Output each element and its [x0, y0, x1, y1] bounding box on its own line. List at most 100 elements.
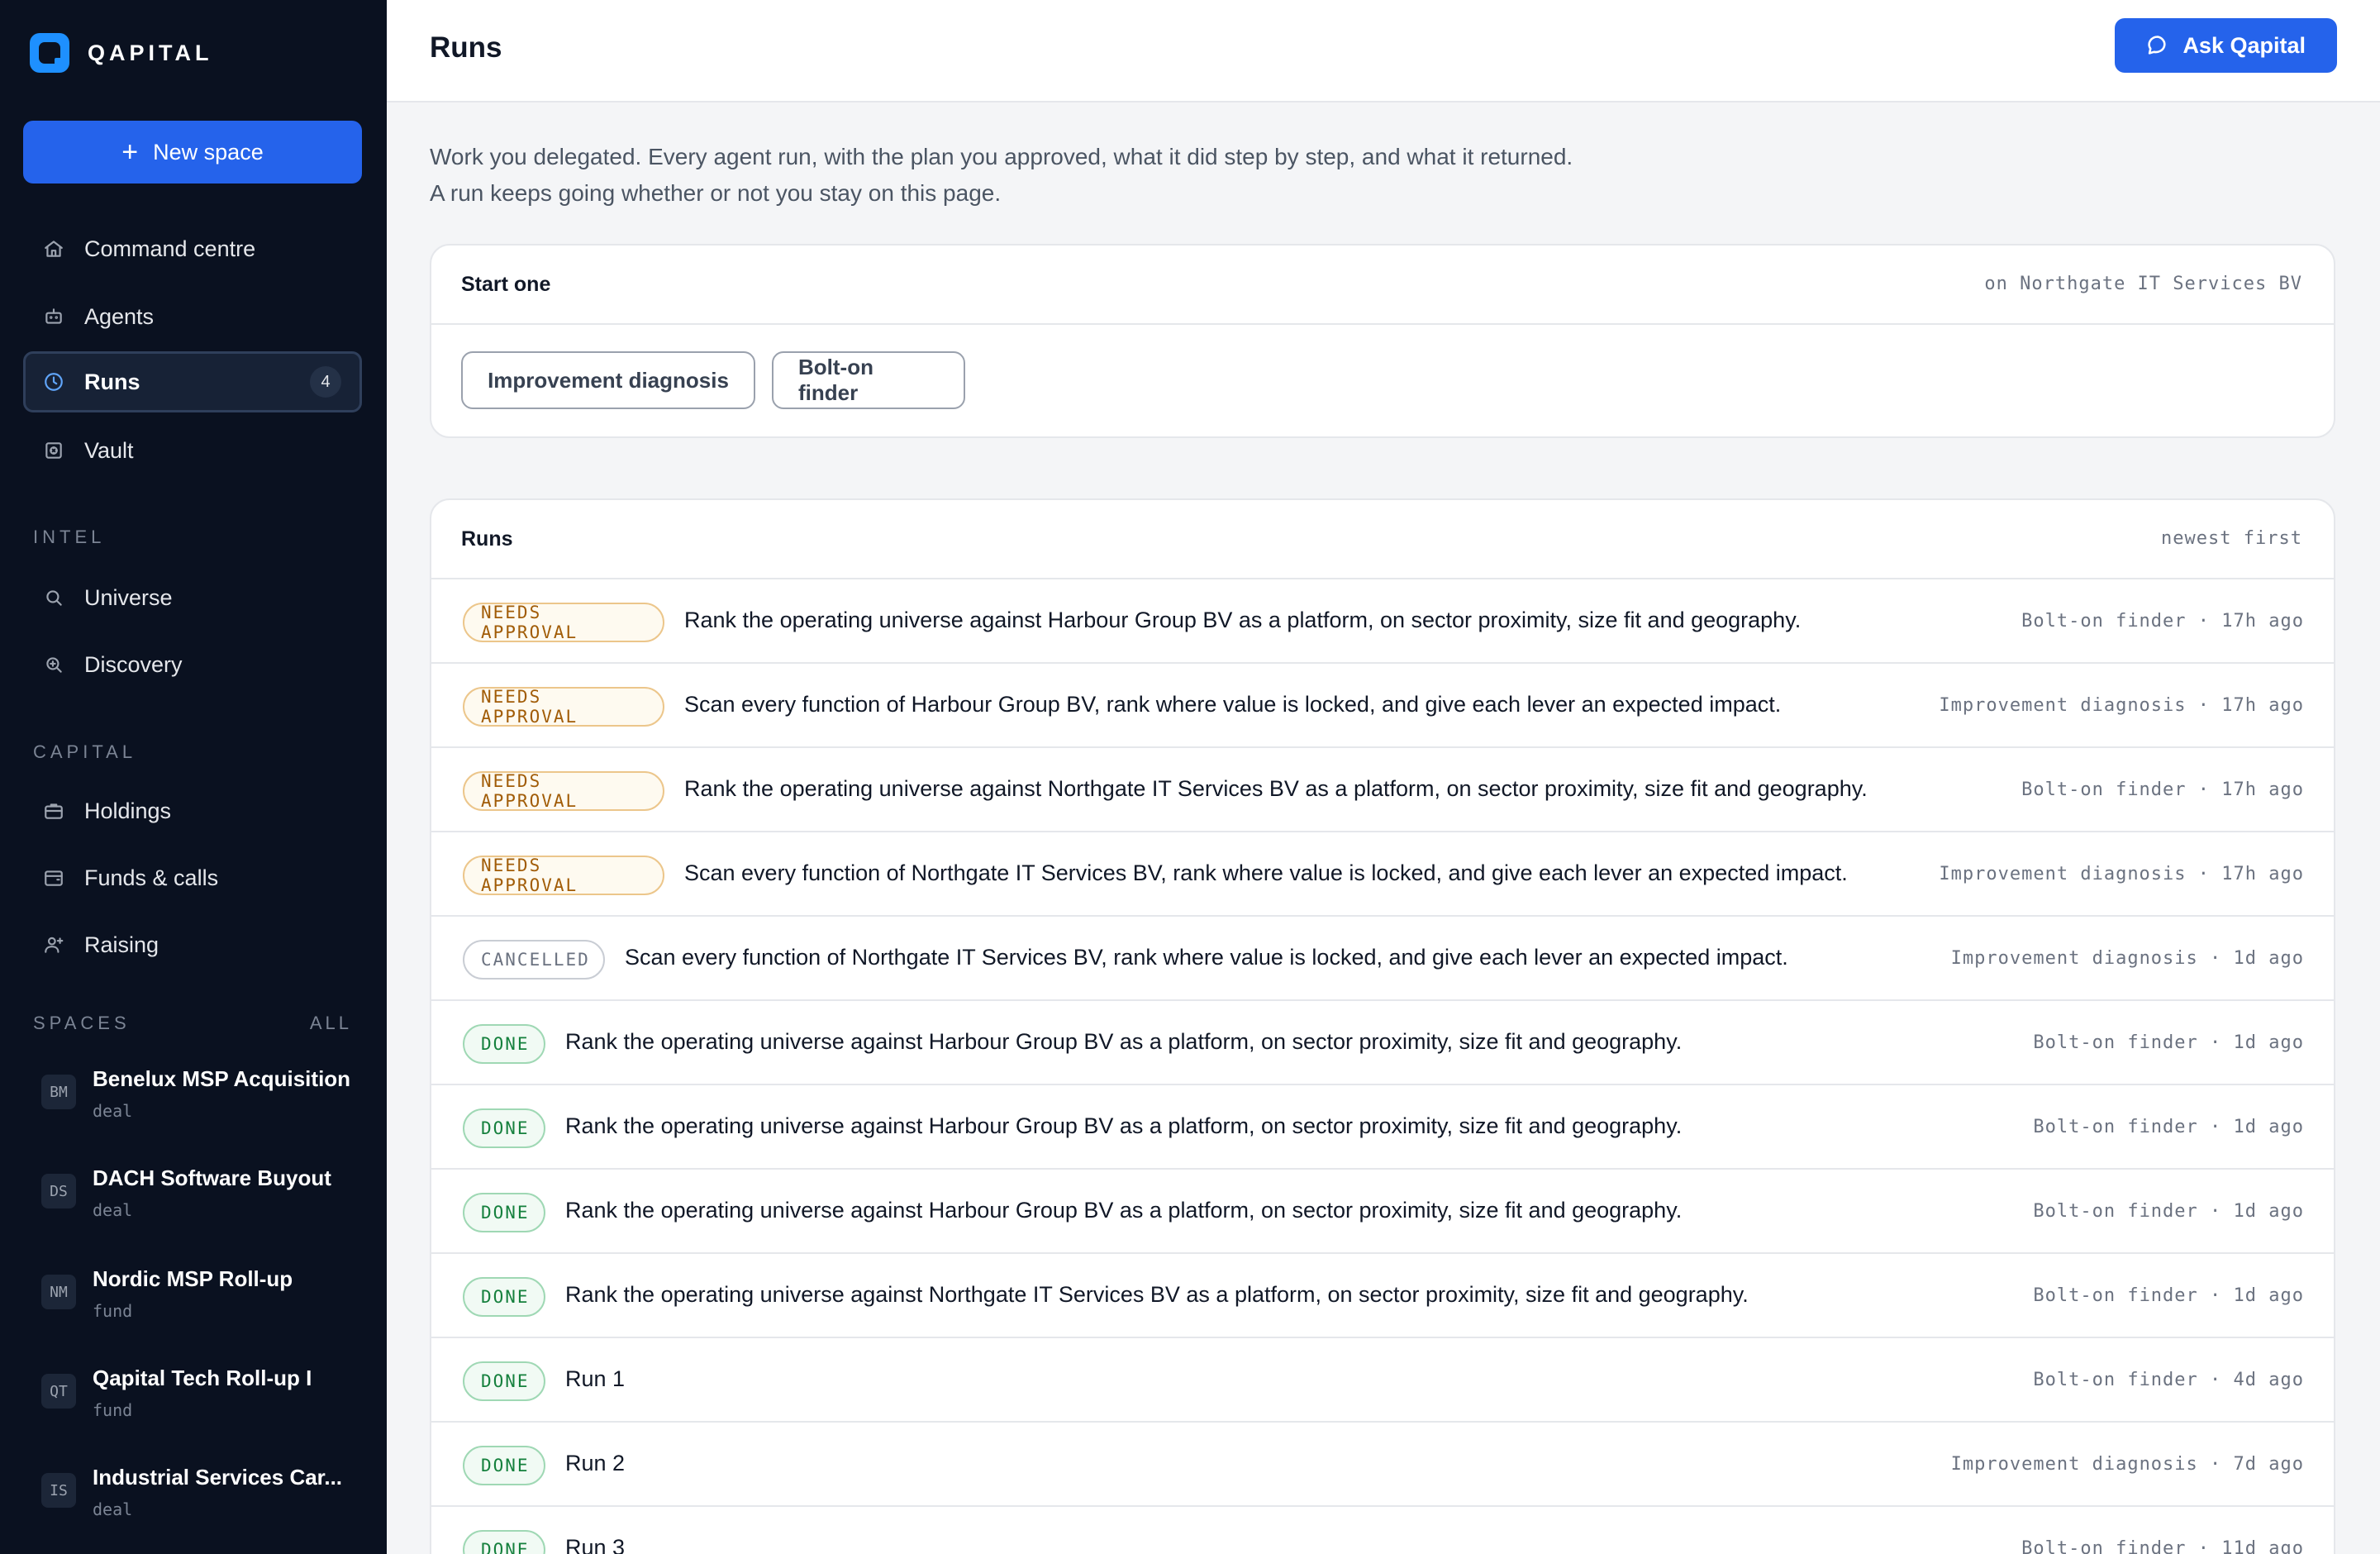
main-content: Runs Ask Qapital Work you delegated. Eve…: [387, 0, 2380, 1554]
clock-icon: [41, 369, 66, 394]
run-meta: Bolt-on finder · 1d ago: [2033, 1285, 2304, 1306]
sidebar-item-holdings[interactable]: Holdings: [23, 780, 362, 841]
bolt-on-finder-button[interactable]: Bolt-on finder: [772, 351, 965, 409]
spaces-all-link[interactable]: ALL: [310, 1013, 352, 1034]
sidebar-item-label: Agents: [84, 303, 155, 329]
space-name: Industrial Services Car...: [93, 1465, 343, 1490]
sort-order[interactable]: newest first: [2161, 528, 2302, 549]
run-description: Rank the operating universe against Harb…: [565, 1029, 1683, 1054]
run-row[interactable]: DONE Run 3 Bolt-on finder · 11d ago: [431, 1507, 2334, 1554]
sidebar: QAPITAL + New space Command centre Agent…: [0, 0, 387, 1554]
bot-icon: [41, 304, 66, 329]
run-status-badge: NEEDS APPROVAL: [463, 687, 664, 727]
improvement-diagnosis-button[interactable]: Improvement diagnosis: [461, 351, 755, 409]
start-one-card: Start one on Northgate IT Services BV Im…: [430, 244, 2335, 438]
card-header: Start one on Northgate IT Services BV: [431, 245, 2334, 325]
space-avatar: DS: [41, 1174, 76, 1208]
space-kind: deal: [93, 1101, 133, 1121]
run-meta: Bolt-on finder · 4d ago: [2033, 1370, 2304, 1390]
sidebar-item-universe[interactable]: Universe: [23, 567, 362, 628]
run-row[interactable]: CANCELLED Scan every function of Northgat…: [431, 917, 2334, 1001]
sidebar-item-discovery[interactable]: Discovery: [23, 634, 362, 695]
run-description: Run 3: [565, 1535, 626, 1554]
runs-card: Runs newest first NEEDS APPROVAL Rank the…: [430, 498, 2335, 1554]
run-row[interactable]: DONE Rank the operating universe against …: [431, 1170, 2334, 1254]
space-kind: deal: [93, 1200, 133, 1220]
search-icon: [41, 585, 66, 610]
run-meta: Improvement diagnosis · 17h ago: [1939, 695, 2304, 716]
brand[interactable]: QAPITAL: [30, 33, 213, 73]
space-item[interactable]: DS DACH Software Buyout deal: [41, 1154, 364, 1228]
sidebar-item-label: Funds & calls: [84, 865, 219, 890]
run-row[interactable]: NEEDS APPROVAL Scan every function of Har…: [431, 664, 2334, 748]
run-row[interactable]: NEEDS APPROVAL Rank the operating univers…: [431, 579, 2334, 664]
sidebar-item-runs[interactable]: Runs 4: [23, 351, 362, 412]
space-item[interactable]: NM Nordic MSP Roll-up fund: [41, 1255, 364, 1329]
runs-count-badge: 4: [310, 366, 341, 398]
chat-bubble-icon: [2148, 36, 2166, 55]
run-description: Scan every function of Northgate IT Serv…: [625, 945, 1788, 970]
run-row[interactable]: NEEDS APPROVAL Rank the operating univers…: [431, 748, 2334, 832]
qapital-logo-icon: [30, 33, 69, 73]
sidebar-item-label: Universe: [84, 584, 173, 610]
sidebar-item-command-centre[interactable]: Command centre: [23, 218, 362, 279]
space-name: Nordic MSP Roll-up: [93, 1266, 293, 1291]
sidebar-item-vault[interactable]: Vault: [23, 420, 362, 481]
run-description: Rank the operating universe against Harb…: [565, 1198, 1683, 1223]
sidebar-item-label: Holdings: [84, 798, 172, 823]
space-name: Qapital Tech Roll-up I: [93, 1366, 312, 1390]
run-row[interactable]: NEEDS APPROVAL Scan every function of Nor…: [431, 832, 2334, 917]
sidebar-item-label: Discovery: [84, 651, 183, 677]
start-context: on Northgate IT Services BV: [1984, 274, 2302, 294]
card-header: Runs newest first: [431, 500, 2334, 579]
space-item[interactable]: QT Qapital Tech Roll-up I fund: [41, 1354, 364, 1428]
sidebar-item-label: Command centre: [84, 236, 256, 261]
briefcase-icon: [41, 798, 66, 823]
intro-text: Work you delegated. Every agent run, wit…: [430, 144, 1573, 206]
run-row[interactable]: DONE Run 2 Improvement diagnosis · 7d ago: [431, 1423, 2334, 1507]
sidebar-item-funds-calls[interactable]: Funds & calls: [23, 847, 362, 908]
sidebar-item-agents[interactable]: Agents: [23, 286, 362, 347]
run-description: Rank the operating universe against Nort…: [684, 776, 1868, 801]
run-description: Scan every function of Northgate IT Serv…: [684, 860, 1848, 885]
run-row[interactable]: DONE Run 1 Bolt-on finder · 4d ago: [431, 1338, 2334, 1423]
run-status-badge: CANCELLED: [463, 940, 605, 980]
new-space-button[interactable]: + New space: [23, 121, 362, 184]
zoom-in-icon: [41, 652, 66, 677]
ask-qapital-button[interactable]: Ask Qapital: [2115, 18, 2337, 73]
sidebar-item-raising[interactable]: Raising: [23, 914, 362, 975]
sidebar-item-label: Raising: [84, 932, 159, 957]
run-meta: Bolt-on finder · 11d ago: [2021, 1538, 2304, 1554]
run-row[interactable]: DONE Rank the operating universe against …: [431, 1001, 2334, 1085]
run-status-badge: DONE: [463, 1193, 545, 1232]
run-meta: Improvement diagnosis · 7d ago: [1950, 1454, 2304, 1475]
plus-icon: +: [121, 136, 139, 168]
run-status-badge: NEEDS APPROVAL: [463, 603, 664, 642]
run-description: Rank the operating universe against Harb…: [565, 1113, 1683, 1138]
sidebar-item-label: Runs: [84, 369, 140, 394]
run-description: Scan every function of Harbour Group BV,…: [684, 692, 1782, 717]
run-row[interactable]: DONE Rank the operating universe against …: [431, 1254, 2334, 1338]
run-status-badge: DONE: [463, 1446, 545, 1485]
run-status-badge: NEEDS APPROVAL: [463, 771, 664, 811]
space-name: DACH Software Buyout: [93, 1166, 331, 1190]
section-label-intel: INTEL: [33, 527, 106, 547]
run-status-badge: DONE: [463, 1108, 545, 1148]
run-meta: Bolt-on finder · 17h ago: [2021, 611, 2304, 632]
space-item[interactable]: BM Benelux MSP Acquisition deal: [41, 1055, 364, 1129]
run-meta: Bolt-on finder · 1d ago: [2033, 1117, 2304, 1137]
card-title: Start one: [461, 273, 551, 296]
section-label-spaces: SPACES: [33, 1013, 131, 1033]
space-avatar: BM: [41, 1075, 76, 1109]
run-row[interactable]: DONE Rank the operating universe against …: [431, 1085, 2334, 1170]
run-status-badge: DONE: [463, 1277, 545, 1317]
run-status-badge: DONE: [463, 1024, 545, 1064]
ask-qapital-label: Ask Qapital: [2182, 32, 2306, 58]
space-item[interactable]: IS Industrial Services Car... deal: [41, 1453, 364, 1528]
user-plus-icon: [41, 932, 66, 957]
vault-icon: [41, 438, 66, 463]
page-title: Runs: [430, 31, 502, 64]
run-meta: Improvement diagnosis · 1d ago: [1950, 948, 2304, 969]
run-meta: Bolt-on finder · 17h ago: [2021, 779, 2304, 800]
run-meta: Bolt-on finder · 1d ago: [2033, 1201, 2304, 1222]
